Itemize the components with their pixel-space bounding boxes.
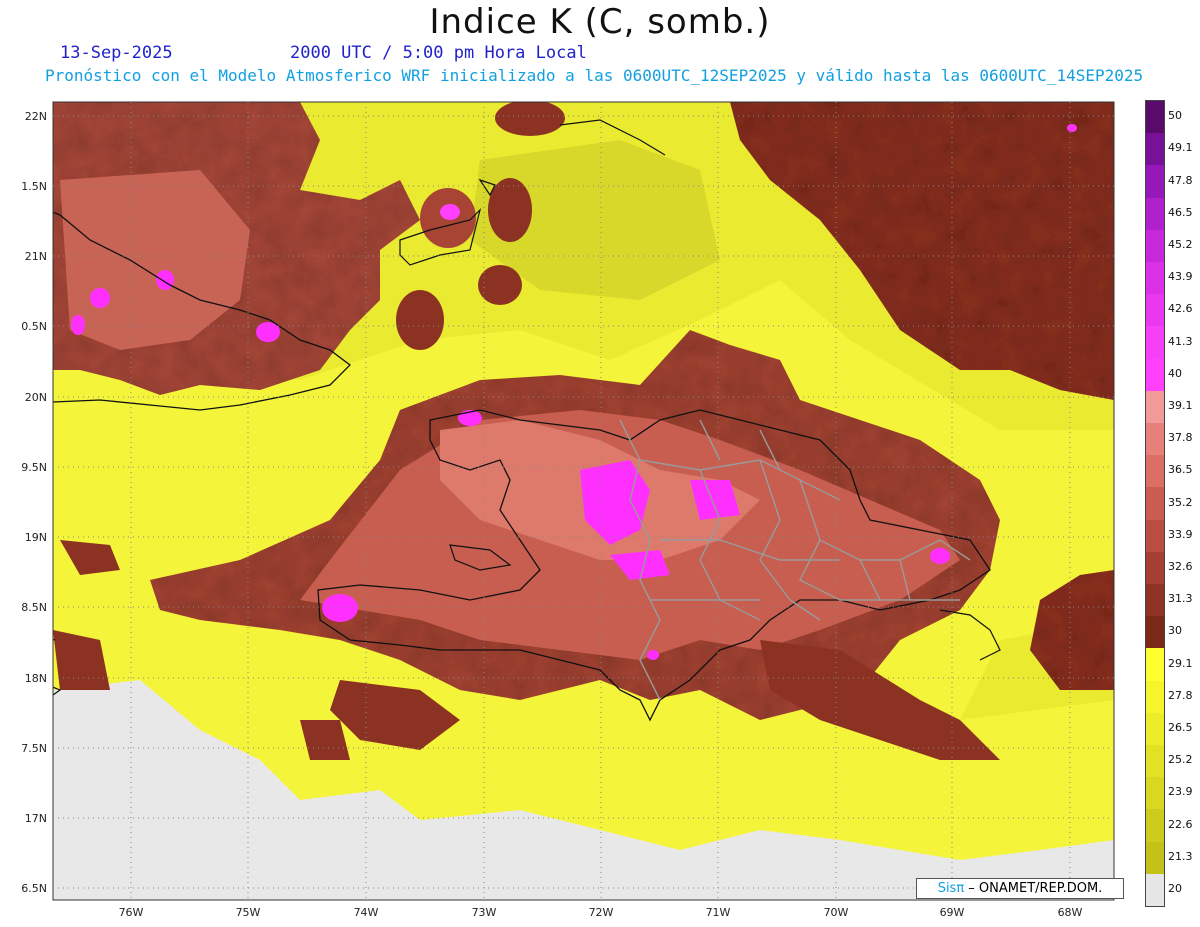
lon-label: 74W <box>354 906 379 919</box>
lat-label: 6.5N <box>21 882 47 895</box>
credit-text: – ONAMET/REP.DOM. <box>964 881 1103 896</box>
colorbar-label: 30 <box>1168 624 1182 638</box>
k-index-map: 22N 1.5N 21N 0.5N 20N 9.5N 19N 8.5N 18N … <box>21 101 1115 919</box>
colorbar-label: 43.9 <box>1168 270 1193 284</box>
lon-label: 69W <box>940 906 965 919</box>
colorbar-label: 27.8 <box>1168 688 1193 702</box>
colorbar-label: 50 <box>1168 109 1182 123</box>
colorbar-label: 39.1 <box>1168 398 1193 412</box>
colorbar-swatch <box>1146 616 1164 649</box>
lon-label: 72W <box>589 906 614 919</box>
colorbar-label: 29.1 <box>1168 656 1193 670</box>
colorbar-swatch <box>1146 487 1164 521</box>
colorbar-label: 40 <box>1168 366 1182 380</box>
colorbar-label: 23.9 <box>1168 785 1193 799</box>
lat-label: 0.5N <box>21 320 47 333</box>
k-index-field <box>53 102 1114 900</box>
colorbar-swatch <box>1146 423 1164 456</box>
colorbar-swatch <box>1146 165 1164 199</box>
colorbar-label: 32.6 <box>1168 559 1193 573</box>
colorbar-swatch <box>1146 294 1164 327</box>
colorbar-swatch <box>1146 197 1164 231</box>
lat-label: 21N <box>25 250 47 263</box>
lon-label: 75W <box>236 906 261 919</box>
lat-label: 18N <box>25 672 47 685</box>
colorbar-swatch <box>1146 777 1164 810</box>
colorbar-swatch <box>1146 262 1164 295</box>
colorbar-label: 25.2 <box>1168 753 1193 767</box>
colorbar-label: 47.8 <box>1168 173 1193 187</box>
lat-label: 8.5N <box>21 601 47 614</box>
lat-label: 22N <box>25 110 47 123</box>
lat-label: 1.5N <box>21 180 47 193</box>
colorbar-swatch <box>1146 712 1164 746</box>
colorbar-label: 35.2 <box>1168 495 1193 509</box>
lat-label: 19N <box>25 531 47 544</box>
longitude-labels: 76W 75W 74W 73W 72W 71W 70W 69W 68W <box>119 906 1083 919</box>
colorbar-swatch <box>1146 680 1164 714</box>
colorbar-label: 20 <box>1168 881 1182 895</box>
colorbar-label: 31.3 <box>1168 592 1193 606</box>
sispi-logo: Sisπ <box>937 881 965 896</box>
lon-label: 76W <box>119 906 144 919</box>
colorbar <box>1145 100 1165 907</box>
colorbar-swatch <box>1146 745 1164 778</box>
latitude-labels: 22N 1.5N 21N 0.5N 20N 9.5N 19N 8.5N 18N … <box>21 110 47 895</box>
colorbar-label: 26.5 <box>1168 720 1193 734</box>
colorbar-swatch <box>1146 584 1164 617</box>
colorbar-label: 49.1 <box>1168 141 1193 155</box>
colorbar-swatch <box>1146 841 1164 875</box>
colorbar-swatch <box>1146 229 1164 263</box>
lat-label: 20N <box>25 391 47 404</box>
colorbar-swatch <box>1146 133 1164 166</box>
colorbar-label: 22.6 <box>1168 817 1193 831</box>
colorbar-label: 36.5 <box>1168 463 1193 477</box>
colorbar-swatch <box>1146 455 1164 488</box>
colorbar-label: 33.9 <box>1168 527 1193 541</box>
colorbar-swatch <box>1146 390 1164 424</box>
colorbar-swatch <box>1146 648 1164 682</box>
colorbar-swatch <box>1146 809 1164 843</box>
colorbar-swatch <box>1146 873 1164 907</box>
lon-label: 70W <box>824 906 849 919</box>
credit-box: Sisπ – ONAMET/REP.DOM. <box>916 878 1124 899</box>
colorbar-swatch <box>1146 326 1164 360</box>
colorbar-label: 45.2 <box>1168 237 1193 251</box>
colorbar-swatch <box>1146 551 1164 585</box>
colorbar-label: 41.3 <box>1168 334 1193 348</box>
lat-label: 7.5N <box>21 742 47 755</box>
lat-label: 9.5N <box>21 461 47 474</box>
lat-label: 17N <box>25 812 47 825</box>
lon-label: 73W <box>472 906 497 919</box>
colorbar-label: 46.5 <box>1168 205 1193 219</box>
colorbar-swatch <box>1146 519 1164 553</box>
colorbar-label: 42.6 <box>1168 302 1193 316</box>
lon-label: 68W <box>1058 906 1083 919</box>
colorbar-label: 37.8 <box>1168 431 1193 445</box>
colorbar-swatch <box>1146 101 1164 134</box>
colorbar-swatch <box>1146 358 1164 392</box>
colorbar-label: 21.3 <box>1168 849 1193 863</box>
lon-label: 71W <box>706 906 731 919</box>
